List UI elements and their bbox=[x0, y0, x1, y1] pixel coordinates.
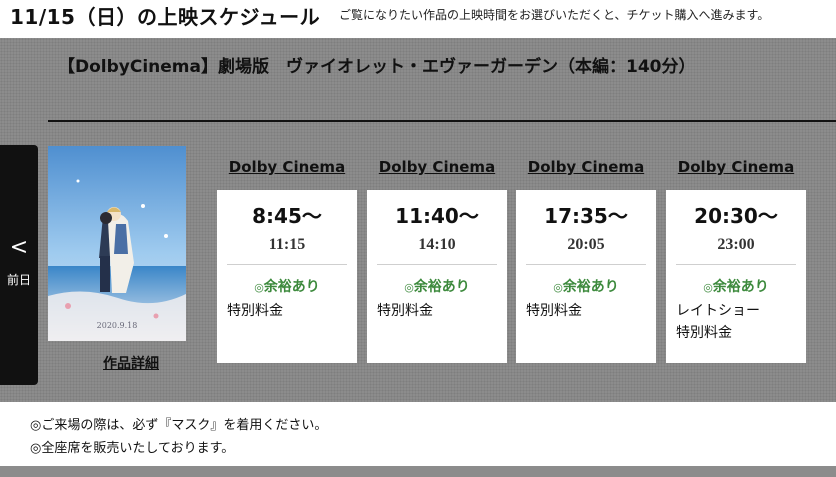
footer-note-mask: ◎ご来場の際は、必ず『マスク』を着用ください。 bbox=[30, 418, 328, 433]
seat-availability: ◎余裕あり bbox=[217, 276, 357, 296]
card-divider bbox=[377, 264, 497, 265]
prev-day-button[interactable]: < 前日 bbox=[0, 145, 38, 385]
movie-poster[interactable]: 2020.9.18 bbox=[48, 146, 186, 341]
showtime-card[interactable]: 17:35〜 20:05 ◎余裕あり 特別料金 bbox=[516, 190, 656, 363]
bottom-band bbox=[0, 466, 836, 477]
showtime-end: 14:10 bbox=[418, 236, 456, 253]
prev-day-label: 前日 bbox=[6, 273, 31, 287]
showtime-start: 8:45〜 bbox=[252, 204, 322, 228]
movie-title: 【DolbyCinema】劇場版 ヴァイオレット・エヴァーガーデン（本編：140… bbox=[58, 57, 696, 77]
availability-text: 余裕あり bbox=[263, 279, 320, 295]
availability-text: 余裕あり bbox=[413, 279, 470, 295]
schedule-date-title: 11/15（日）の上映スケジュール bbox=[10, 5, 321, 29]
showtime-start: 17:35〜 bbox=[544, 204, 628, 228]
showtime-note: 特別料金 bbox=[227, 303, 283, 319]
availability-text: 余裕あり bbox=[712, 279, 769, 295]
screen-label[interactable]: Dolby Cinema bbox=[217, 158, 357, 176]
availability-text: 余裕あり bbox=[562, 279, 619, 295]
screen-label[interactable]: Dolby Cinema bbox=[367, 158, 507, 176]
showtime-card[interactable]: 8:45〜 11:15 ◎余裕あり 特別料金 bbox=[217, 190, 357, 363]
schedule-header: 11/15（日）の上映スケジュール ご覧になりたい作品の上映時間をお選びいただく… bbox=[0, 0, 836, 38]
card-divider bbox=[676, 264, 796, 265]
seat-availability: ◎余裕あり bbox=[367, 276, 507, 296]
chevron-left-icon: < bbox=[9, 235, 29, 260]
showtime-note: レイトショー bbox=[676, 303, 760, 319]
movie-detail-link[interactable]: 作品詳細 bbox=[48, 353, 214, 373]
showtime-end: 20:05 bbox=[567, 236, 605, 253]
showtime-start: 11:40〜 bbox=[395, 204, 479, 228]
card-divider bbox=[526, 264, 646, 265]
availability-icon: ◎ bbox=[254, 281, 264, 294]
movie-schedule-panel: 【DolbyCinema】劇場版 ヴァイオレット・エヴァーガーデン（本編：140… bbox=[0, 38, 836, 402]
availability-icon: ◎ bbox=[553, 281, 563, 294]
showtime-start: 20:30〜 bbox=[694, 204, 778, 228]
seat-availability: ◎余裕あり bbox=[516, 276, 656, 296]
footer-notes: ◎ご来場の際は、必ず『マスク』を着用ください。 ◎全座席を販売いたしております。 bbox=[0, 402, 836, 466]
screen-label[interactable]: Dolby Cinema bbox=[666, 158, 806, 176]
showtime-end: 11:15 bbox=[268, 236, 306, 253]
showtime-notes: レイトショー 特別料金 bbox=[676, 300, 802, 344]
availability-icon: ◎ bbox=[404, 281, 414, 294]
showtime-notes: 特別料金 bbox=[227, 300, 353, 322]
screen-label[interactable]: Dolby Cinema bbox=[516, 158, 656, 176]
availability-icon: ◎ bbox=[703, 281, 713, 294]
header-instruction-note: ご覧になりたい作品の上映時間をお選びいただくと、チケット購入へ進みます。 bbox=[339, 8, 770, 22]
showtime-note: 特別料金 bbox=[676, 325, 732, 341]
card-divider bbox=[227, 264, 347, 265]
showtime-note: 特別料金 bbox=[526, 303, 582, 319]
showtime-card[interactable]: 20:30〜 23:00 ◎余裕あり レイトショー 特別料金 bbox=[666, 190, 806, 363]
footer-note-seats: ◎全座席を販売いたしております。 bbox=[30, 441, 235, 456]
showtime-notes: 特別料金 bbox=[526, 300, 652, 322]
poster-release-date: 2020.9.18 bbox=[97, 321, 138, 330]
showtime-card[interactable]: 11:40〜 14:10 ◎余裕あり 特別料金 bbox=[367, 190, 507, 363]
showtime-notes: 特別料金 bbox=[377, 300, 503, 322]
showtime-end: 23:00 bbox=[717, 236, 755, 253]
poster-artwork: 2020.9.18 bbox=[48, 146, 186, 341]
title-divider bbox=[48, 120, 836, 122]
seat-availability: ◎余裕あり bbox=[666, 276, 806, 296]
showtime-note: 特別料金 bbox=[377, 303, 433, 319]
